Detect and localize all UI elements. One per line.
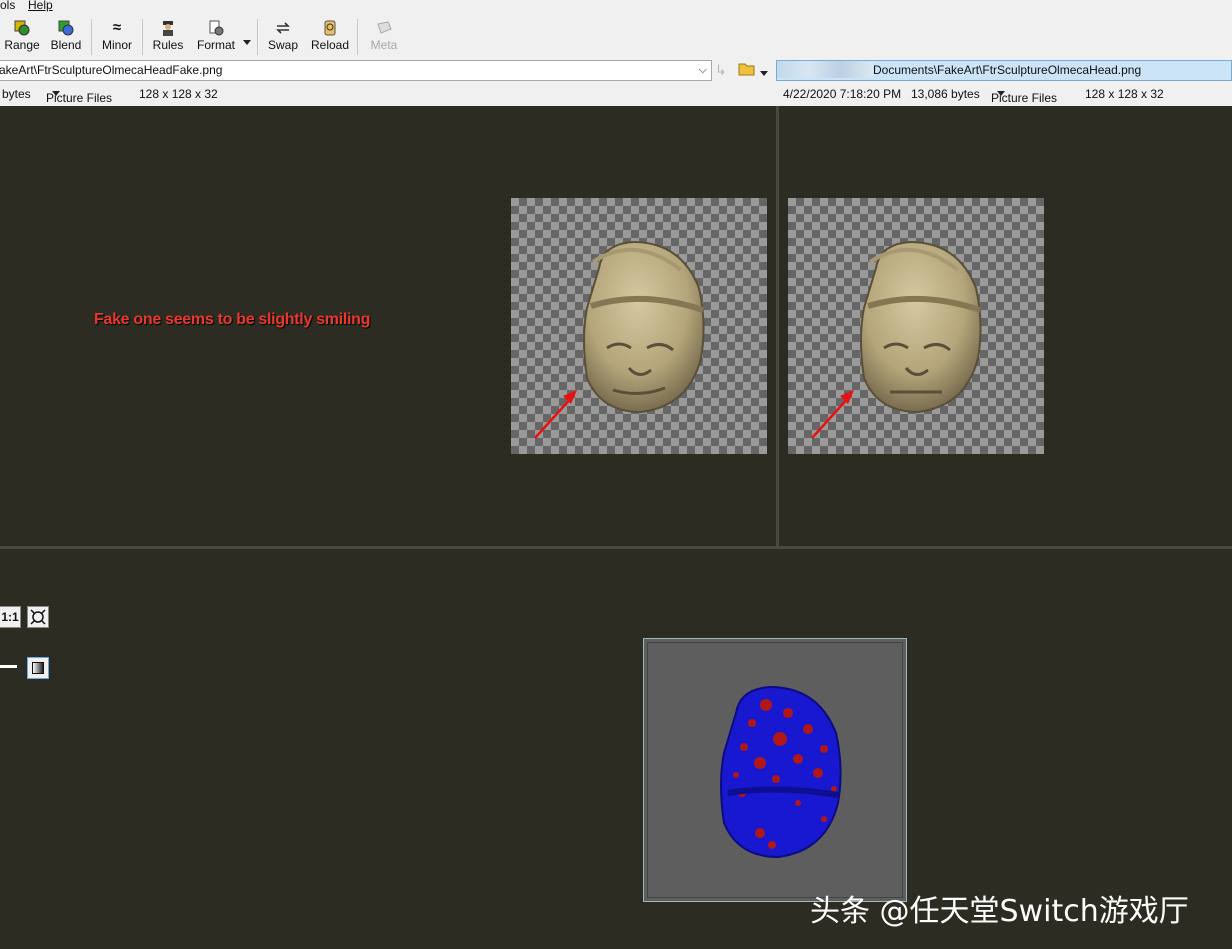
toolbar-separator [357, 19, 358, 55]
toolbar-separator [91, 19, 92, 55]
tolerance-slider-track[interactable] [0, 665, 17, 668]
difference-view[interactable] [643, 638, 907, 902]
range-icon [14, 20, 30, 36]
swap-icon [276, 22, 290, 34]
left-dimensions: 128 x 128 x 32 [139, 87, 218, 101]
red-arrow-icon [811, 390, 854, 439]
red-arrow-icon [534, 390, 577, 439]
range-button[interactable]: Range [4, 19, 40, 52]
toolbar-separator [142, 19, 143, 55]
watermark-text: 头条 @任天堂Switch游戏厅 [810, 894, 1189, 929]
left-image-viewer[interactable] [511, 198, 767, 454]
menu-bar: ols Help [0, 0, 1232, 13]
folder-dropdown-arrow[interactable] [760, 66, 768, 80]
swap-path-icon[interactable]: ↳ [715, 62, 727, 79]
gradient-toggle-button[interactable] [27, 657, 49, 679]
reload-button[interactable]: Reload [310, 19, 350, 52]
info-bar: bytes Picture Files 128 x 128 x 32 4/22/… [0, 83, 1232, 106]
difference-image [720, 685, 842, 859]
format-button[interactable]: Format [195, 19, 237, 52]
toolbar: Range Blend ≈ Minor Rules Format Swap Re… [0, 13, 1232, 58]
left-path-input[interactable]: akeArt\FtrSculptureOlmecaHeadFake.png ⌵ [0, 60, 712, 81]
blurred-path-segment [777, 61, 873, 78]
meta-tag-icon [377, 21, 392, 34]
format-gear-icon [209, 20, 224, 36]
right-image-viewer[interactable] [788, 198, 1044, 454]
referee-icon [163, 21, 173, 36]
rules-button[interactable]: Rules [150, 19, 186, 52]
blend-button[interactable]: Blend [48, 19, 84, 52]
fit-to-window-button[interactable] [27, 606, 49, 628]
right-file-date: 4/22/2020 7:18:20 PM [783, 87, 902, 101]
left-file-size: bytes [2, 87, 31, 101]
chevron-down-icon[interactable]: ⌵ [699, 61, 707, 80]
horizontal-splitter[interactable] [0, 546, 1232, 549]
fit-icon [30, 609, 46, 625]
swap-button[interactable]: Swap [265, 19, 301, 52]
right-path-input[interactable]: Documents\FakeArt\FtrSculptureOlmecaHead… [776, 60, 1232, 81]
vertical-splitter[interactable] [776, 106, 779, 547]
chevron-down-icon [997, 91, 1005, 96]
toolbar-separator [257, 19, 258, 55]
zoom-1to1-button[interactable]: 1:1 [0, 606, 21, 628]
right-file-size: 13,086 bytes [911, 87, 980, 101]
gradient-icon [32, 662, 44, 674]
path-bar: akeArt\FtrSculptureOlmecaHeadFake.png ⌵ … [0, 58, 1232, 83]
chevron-down-icon [52, 91, 60, 96]
menu-help[interactable]: Help [28, 0, 53, 12]
blend-icon [58, 20, 74, 36]
meta-button[interactable]: Meta [366, 19, 402, 52]
right-dimensions: 128 x 128 x 32 [1085, 87, 1164, 101]
menu-tools[interactable]: ols [0, 0, 15, 12]
annotation-text: Fake one seems to be slightly smiling [94, 311, 371, 328]
reload-icon [324, 20, 336, 36]
format-dropdown-arrow[interactable] [243, 35, 251, 49]
folder-open-icon[interactable] [738, 61, 756, 80]
minor-button[interactable]: ≈ Minor [99, 19, 135, 52]
approx-icon: ≈ [112, 19, 122, 36]
